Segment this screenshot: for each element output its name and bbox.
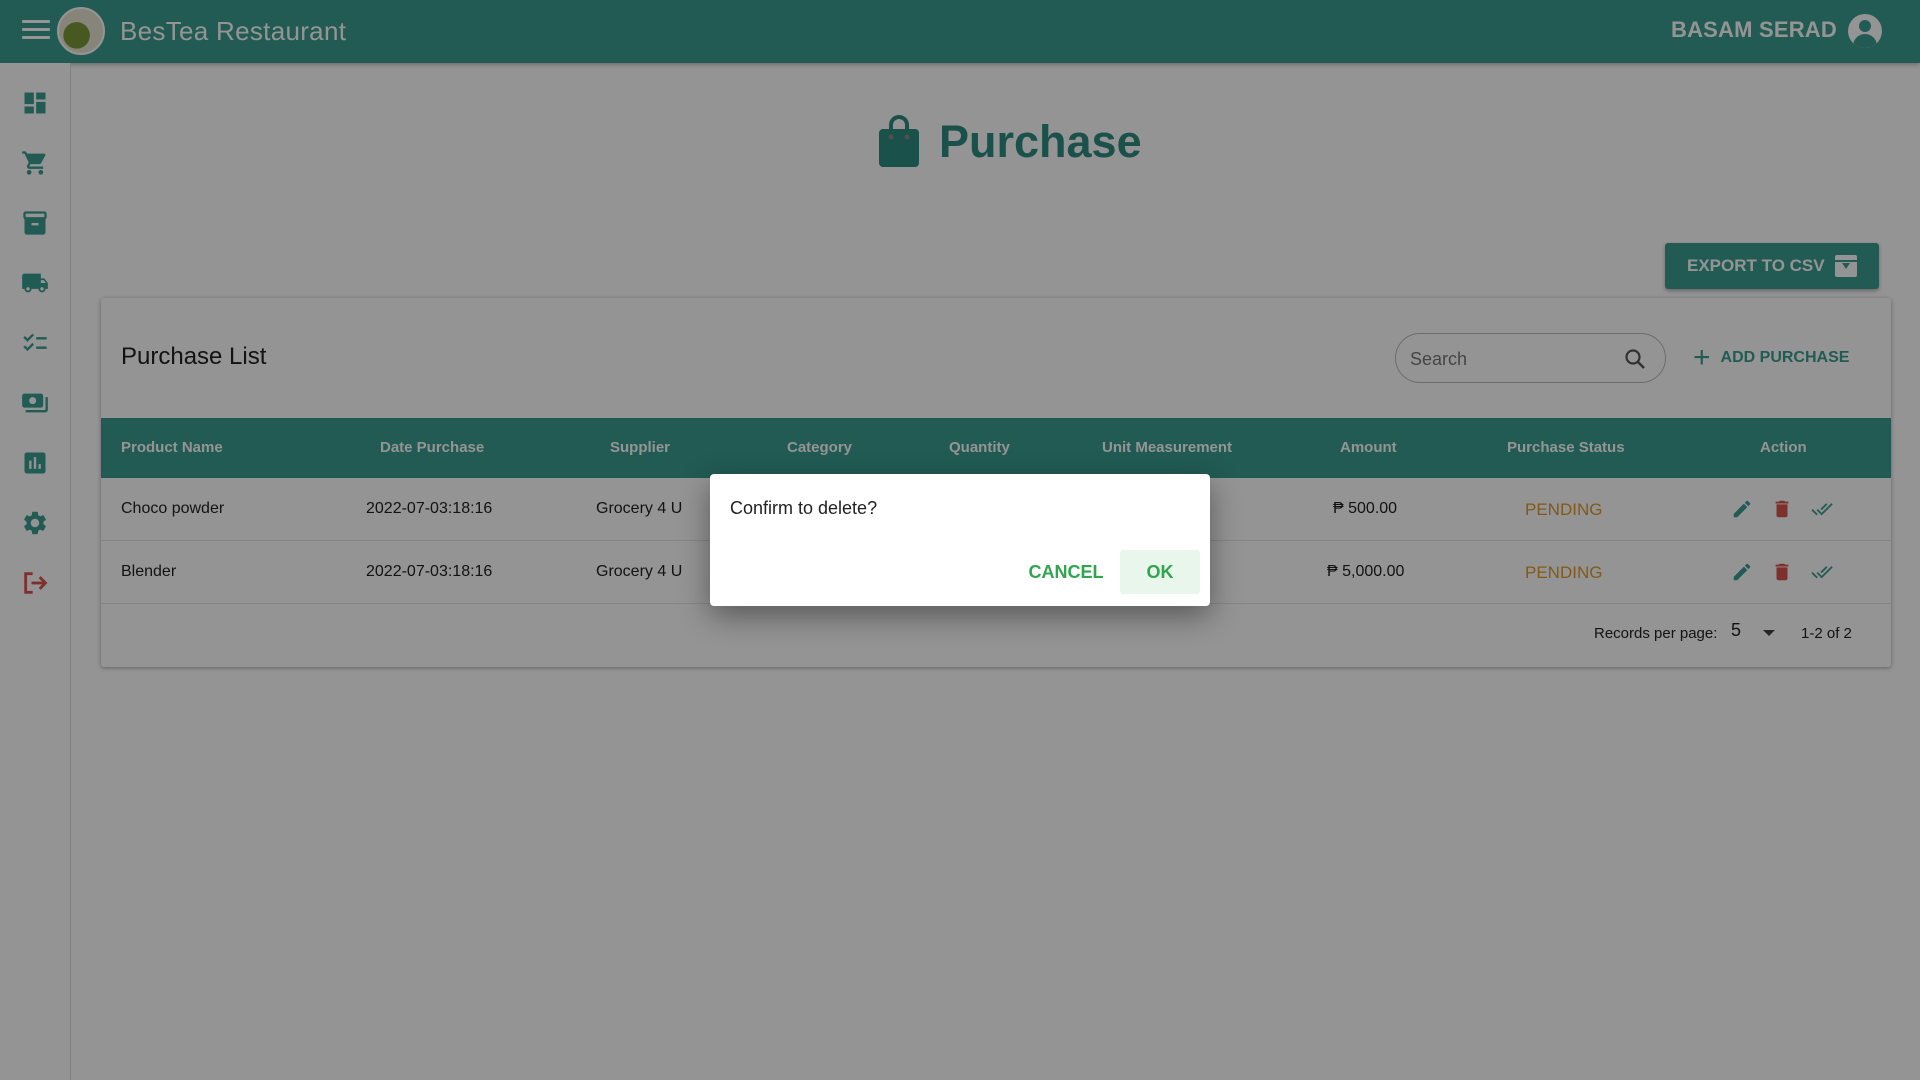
ok-button[interactable]: OK [1120,550,1200,594]
dialog-message: Confirm to delete? [730,498,878,518]
confirm-delete-dialog: Confirm to delete? CANCEL OK [710,474,1210,606]
cancel-button[interactable]: CANCEL [1026,550,1106,594]
